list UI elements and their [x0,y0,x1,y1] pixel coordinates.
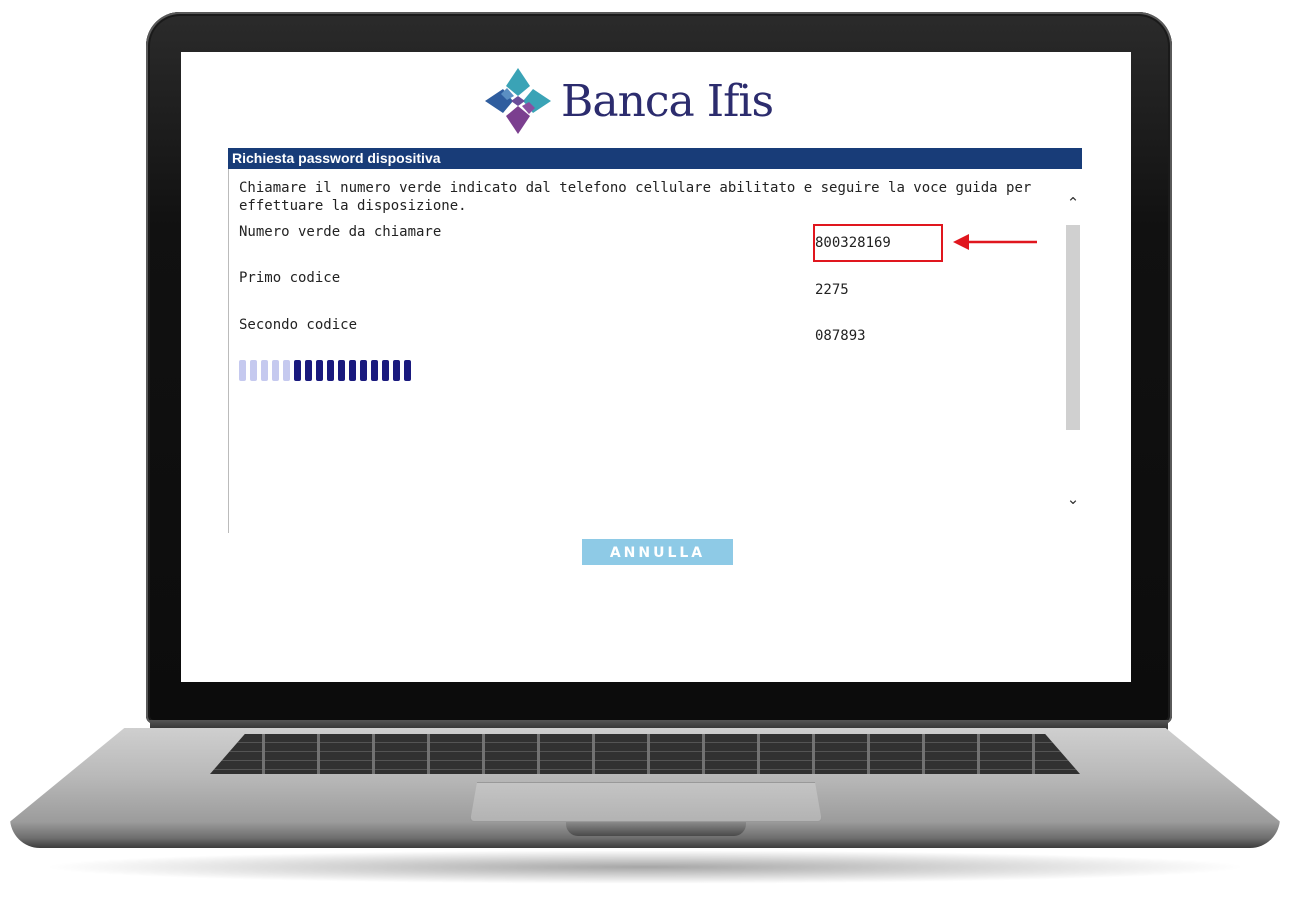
scrollbar-thumb[interactable] [1066,225,1080,430]
progress-segment [327,360,334,381]
progress-segment [261,360,268,381]
progress-segment [349,360,356,381]
progress-segment [294,360,301,381]
progress-segment [283,360,290,381]
progress-segment [371,360,378,381]
first-code-label: Primo codice [239,270,341,286]
progress-segment [316,360,323,381]
diamond-flower-logo-icon [485,68,551,134]
progress-segment [272,360,279,381]
progress-segment [404,360,411,381]
scrollbar[interactable]: ⌃ ⌄ [1064,169,1082,533]
panel-title: Richiesta password dispositiva [228,148,1082,169]
arrow-left-icon [953,234,1037,250]
brand-name: Banca Ifis [561,75,774,127]
progress-segment [250,360,257,381]
progress-segment [338,360,345,381]
laptop-notch [566,822,746,836]
highlight-box [813,224,943,262]
cancel-button[interactable]: ANNULLA [582,539,733,565]
progress-indicator [239,360,411,381]
chevron-down-icon[interactable]: ⌄ [1065,491,1081,507]
first-code-value: 2275 [815,282,849,298]
instructions-text: Chiamare il numero verde indicato dal te… [239,180,1032,214]
second-code-label: Secondo codice [239,317,358,333]
progress-segment [360,360,367,381]
toll-free-number-label: Numero verde da chiamare [239,224,442,240]
laptop-screen: Banca Ifis Richiesta password dispositiv… [181,52,1131,682]
brand-logo: Banca Ifis [481,66,774,136]
panel-body: Chiamare il numero verde indicato dal te… [228,169,1083,533]
progress-segment [382,360,389,381]
progress-segment [393,360,400,381]
chevron-up-icon[interactable]: ⌃ [1065,195,1081,211]
progress-segment [305,360,312,381]
keyboard-rows [210,734,1080,774]
laptop-trackpad [470,782,822,822]
progress-segment [239,360,246,381]
second-code-value: 087893 [815,328,866,344]
laptop-shadow [40,850,1250,884]
